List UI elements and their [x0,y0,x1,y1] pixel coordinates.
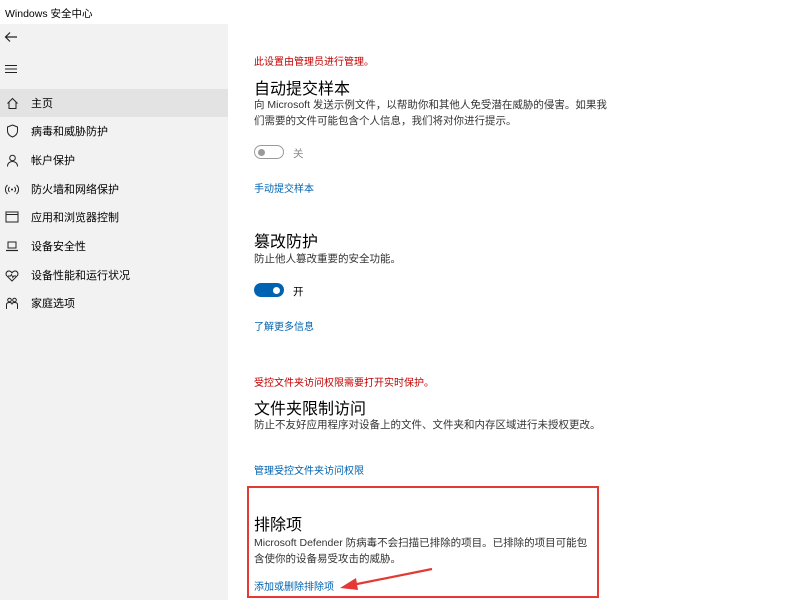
sidebar-item-label: 设备安全性 [31,241,86,253]
sidebar-item-family-options[interactable]: 家庭选项 [0,289,228,317]
sidebar: 主页 病毒和威胁防护 帐户保护 防火墙和网络保护 应用和浏览器控制 设备安全性 [0,24,228,600]
wifi-signal-icon [5,182,19,196]
sidebar-item-device-performance[interactable]: 设备性能和运行状况 [0,261,228,289]
add-remove-exclusions-link[interactable]: 添加或删除排除项 [254,578,334,593]
hamburger-icon[interactable] [4,62,18,76]
sidebar-item-firewall[interactable]: 防火墙和网络保护 [0,175,228,203]
back-arrow-icon[interactable] [4,30,18,44]
controlled-folder-access-title: 文件夹限制访问 [254,401,367,418]
sidebar-item-account-protection[interactable]: 帐户保护 [0,146,228,174]
tamper-protection-title: 篡改防护 [254,234,319,251]
manage-controlled-folder-access-link[interactable]: 管理受控文件夹访问权限 [254,462,364,477]
shield-icon [5,124,19,138]
sidebar-item-label: 主页 [31,98,53,110]
realtime-protection-required-warning: 受控文件夹访问权限需要打开实时保护。 [254,378,434,389]
annotation-arrow-icon [340,567,433,590]
sidebar-item-device-security[interactable]: 设备安全性 [0,232,228,260]
sidebar-item-label: 应用和浏览器控制 [31,212,119,224]
browser-window-icon [5,210,19,224]
window-titlebar: Windows 安全中心 [0,0,788,24]
tamper-protection-toggle-state: 开 [293,286,304,298]
window-title: Windows 安全中心 [5,8,93,20]
sample-submission-description: 向 Microsoft 发送示例文件，以帮助你和其他人免受潜在威胁的侵害。如果我… [254,99,607,127]
laptop-icon [5,239,19,253]
toggle-knob [258,148,265,156]
sidebar-item-label: 防火墙和网络保护 [31,184,119,196]
sidebar-item-label: 帐户保护 [31,155,75,167]
sidebar-item-label: 家庭选项 [31,298,75,310]
sidebar-item-home[interactable]: 主页 [0,89,228,117]
person-icon [5,153,19,167]
heart-icon [5,268,19,282]
sidebar-item-label: 病毒和威胁防护 [31,126,108,138]
admin-managed-warning: 此设置由管理员进行管理。 [254,57,374,68]
sample-submission-toggle-state: 关 [293,148,304,160]
toggle-knob [273,286,280,294]
exclusions-description: Microsoft Defender 防病毒不会扫描已排除的项目。已排除的项目可… [254,537,588,565]
manual-submit-sample-link[interactable]: 手动提交样本 [254,180,314,195]
controlled-folder-access-description: 防止不友好应用程序对设备上的文件、文件夹和内存区域进行未授权更改。 [254,419,601,431]
family-icon [5,296,19,310]
tamper-protection-toggle[interactable] [254,283,284,297]
exclusions-title: 排除项 [254,517,303,534]
tamper-protection-description: 防止他人篡改重要的安全功能。 [254,253,401,265]
sidebar-item-virus-protection[interactable]: 病毒和威胁防护 [0,117,228,145]
sidebar-item-app-browser-control[interactable]: 应用和浏览器控制 [0,203,228,231]
sample-submission-toggle[interactable] [254,145,284,159]
sample-submission-title: 自动提交样本 [254,81,351,98]
home-icon [5,96,19,110]
sidebar-item-label: 设备性能和运行状况 [31,270,130,282]
learn-more-link[interactable]: 了解更多信息 [254,318,314,333]
